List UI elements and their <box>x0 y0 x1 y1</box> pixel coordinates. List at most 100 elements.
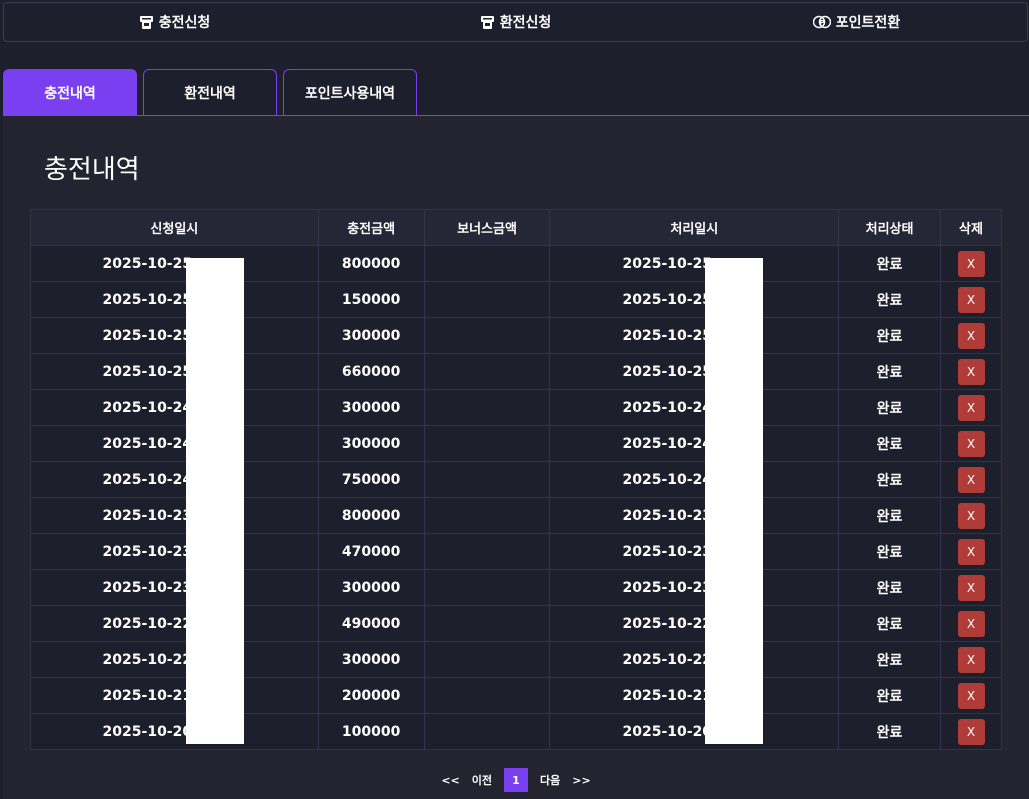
pager-current-page[interactable]: 1 <box>504 768 528 792</box>
delete-button[interactable]: X <box>957 646 985 673</box>
nav-point-convert[interactable]: P 포인트전환 <box>686 12 1027 32</box>
redacted-time <box>186 426 244 463</box>
delete-cell: X <box>940 713 1002 750</box>
redacted-time <box>186 498 244 535</box>
header-bonus-amount: 보너스금액 <box>423 209 551 246</box>
redacted-time <box>705 570 764 607</box>
delete-button[interactable]: X <box>957 394 985 421</box>
pager-last[interactable]: >> <box>572 774 590 787</box>
table-row: 2025-10-25 150000 2025-10-25 완료 X <box>30 281 1002 319</box>
request-date-cell: 2025-10-21 <box>30 677 319 715</box>
charge-amount: 800000 <box>317 245 425 282</box>
delete-button[interactable]: X <box>957 466 985 493</box>
process-date-cell: 2025-10-23 <box>549 533 840 571</box>
pager-prev[interactable]: 이전 <box>472 772 492 788</box>
request-date: 2025-10-20 <box>102 723 193 740</box>
charge-amount: 300000 <box>317 317 425 354</box>
charge-amount: 800000 <box>317 497 425 534</box>
atm-icon <box>139 15 153 29</box>
atm-icon <box>480 15 494 29</box>
delete-button[interactable]: X <box>957 718 985 745</box>
bonus-amount <box>423 497 551 534</box>
delete-cell: X <box>940 461 1002 498</box>
tab-charge-history[interactable]: 충전내역 <box>3 69 137 115</box>
nav-exchange-request[interactable]: 환전신청 <box>345 12 686 32</box>
pager-first[interactable]: << <box>441 774 459 787</box>
redacted-time <box>705 426 764 463</box>
table-row: 2025-10-23 300000 2025-10-23 완료 X <box>30 569 1002 607</box>
delete-button[interactable]: X <box>957 538 985 565</box>
table-row: 2025-10-25 300000 2025-10-25 완료 X <box>30 317 1002 355</box>
redacted-time <box>705 258 764 283</box>
delete-button[interactable]: X <box>957 286 985 313</box>
nav-charge-request[interactable]: 충전신청 <box>4 12 345 32</box>
process-status: 완료 <box>838 605 941 642</box>
bonus-amount <box>423 533 551 570</box>
nav-exchange-label: 환전신청 <box>499 15 552 31</box>
request-date: 2025-10-25 <box>102 255 193 272</box>
process-date: 2025-10-24 <box>622 435 713 452</box>
header-delete: 삭제 <box>940 209 1002 246</box>
svg-text:P: P <box>819 19 824 27</box>
delete-button[interactable]: X <box>957 502 985 529</box>
nav-point-label: 포인트전환 <box>835 15 901 31</box>
process-status: 완료 <box>838 281 941 318</box>
header-request-date: 신청일시 <box>30 209 319 246</box>
delete-cell: X <box>940 389 1002 426</box>
process-date-cell: 2025-10-21 <box>549 677 840 715</box>
charge-history-table: 신청일시 충전금액 보너스금액 처리일시 처리상태 삭제 2025-10-25 8… <box>30 209 1002 750</box>
delete-button[interactable]: X <box>957 358 985 385</box>
request-date: 2025-10-25 <box>102 327 193 344</box>
delete-button[interactable]: X <box>957 322 985 349</box>
process-status: 완료 <box>838 677 941 714</box>
process-date: 2025-10-20 <box>622 723 713 740</box>
table-row: 2025-10-24 300000 2025-10-24 완료 X <box>30 425 1002 463</box>
request-date-cell: 2025-10-22 <box>30 605 319 643</box>
bonus-amount <box>423 569 551 606</box>
bonus-amount <box>423 245 551 282</box>
redacted-time <box>186 534 244 571</box>
pager-next[interactable]: 다음 <box>540 772 560 788</box>
delete-button[interactable]: X <box>957 250 985 277</box>
process-status: 완료 <box>838 389 941 426</box>
process-date-cell: 2025-10-24 <box>549 425 840 463</box>
request-date: 2025-10-25 <box>102 363 193 380</box>
redacted-time <box>705 318 764 355</box>
delete-button[interactable]: X <box>957 610 985 637</box>
bonus-amount <box>423 677 551 714</box>
process-status: 완료 <box>838 713 941 750</box>
delete-button[interactable]: X <box>957 430 985 457</box>
charge-amount: 750000 <box>317 461 425 498</box>
table-row: 2025-10-24 750000 2025-10-24 완료 X <box>30 461 1002 499</box>
process-date-cell: 2025-10-23 <box>549 497 840 535</box>
request-date: 2025-10-23 <box>102 543 193 560</box>
process-date: 2025-10-24 <box>622 399 713 416</box>
process-status: 완료 <box>838 245 941 282</box>
bonus-amount <box>423 425 551 462</box>
tab-exchange-history[interactable]: 환전내역 <box>143 69 277 115</box>
redacted-time <box>186 642 244 679</box>
delete-cell: X <box>940 677 1002 714</box>
request-date-cell: 2025-10-24 <box>30 425 319 463</box>
delete-button[interactable]: X <box>957 574 985 601</box>
delete-button[interactable]: X <box>957 682 985 709</box>
redacted-time <box>705 390 764 427</box>
tab-point-usage-history[interactable]: 포인트사용내역 <box>283 69 417 115</box>
table-row: 2025-10-20 100000 2025-10-20 완료 X <box>30 713 1002 750</box>
table-row: 2025-10-22 300000 2025-10-22 완료 X <box>30 641 1002 679</box>
charge-amount: 100000 <box>317 713 425 750</box>
request-date-cell: 2025-10-25 <box>30 317 319 355</box>
redacted-time <box>186 258 244 283</box>
redacted-time <box>705 282 764 319</box>
nav-charge-label: 충전신청 <box>158 15 211 31</box>
redacted-time <box>186 678 244 715</box>
request-date-cell: 2025-10-22 <box>30 641 319 679</box>
bonus-amount <box>423 353 551 390</box>
process-date: 2025-10-25 <box>622 255 713 272</box>
process-date: 2025-10-22 <box>622 651 713 668</box>
request-date-cell: 2025-10-20 <box>30 713 319 750</box>
pagination: << 이전 1 다음 >> <box>3 768 1029 792</box>
point-coin-icon: P <box>812 15 831 29</box>
table-header-row: 신청일시 충전금액 보너스금액 처리일시 처리상태 삭제 <box>30 209 1002 246</box>
bonus-amount <box>423 605 551 642</box>
